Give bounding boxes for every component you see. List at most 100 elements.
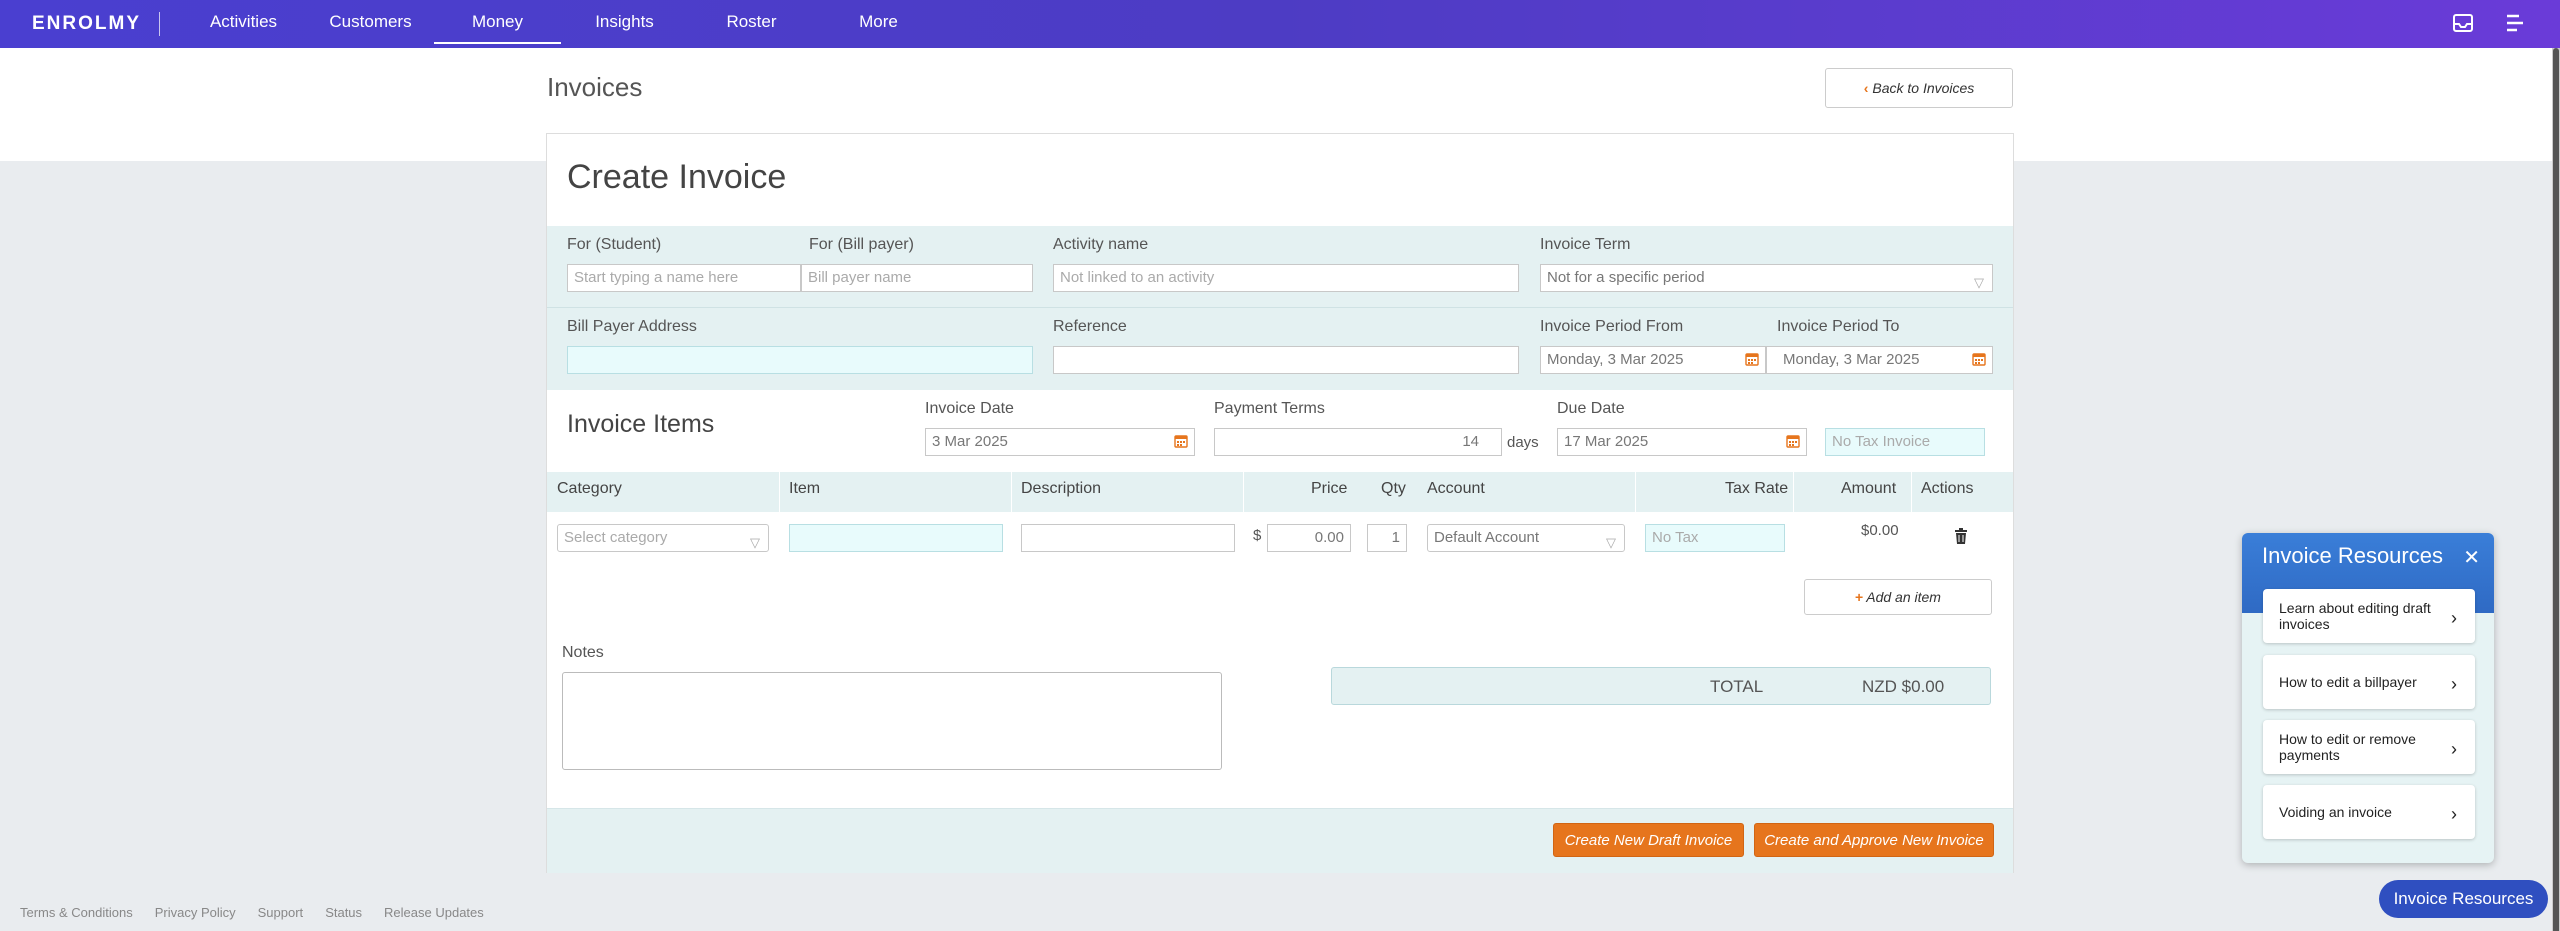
- chevron-right-icon: ›: [2451, 804, 2457, 824]
- price-input[interactable]: 0.00: [1267, 524, 1351, 552]
- description-input[interactable]: [1021, 524, 1235, 552]
- close-icon[interactable]: ✕: [2463, 545, 2480, 570]
- term-value: Not for a specific period: [1547, 269, 1705, 286]
- nav-customers[interactable]: Customers: [307, 0, 434, 44]
- total-value: NZD $0.00: [1862, 677, 1945, 696]
- notes-label: Notes: [562, 644, 604, 661]
- col-item: Item: [789, 480, 821, 497]
- qty-input[interactable]: 1: [1367, 524, 1407, 552]
- enrolmy-logo[interactable]: ENROLMY: [32, 12, 160, 36]
- term-label: Invoice Term: [1540, 236, 1631, 253]
- create-invoice-card: Create Invoice For (Student) Start typin…: [546, 133, 2014, 873]
- page-title: Invoices: [547, 72, 643, 102]
- resource-item-label: How to edit a billpayer: [2279, 674, 2417, 690]
- trash-icon[interactable]: [1954, 528, 1968, 544]
- main-nav: Activities Customers Money Insights Rost…: [180, 0, 942, 48]
- page-scrollbar[interactable]: [2552, 48, 2560, 931]
- category-select[interactable]: Select category ▽: [557, 524, 769, 552]
- back-button-label: Back to Invoices: [1872, 80, 1975, 96]
- nav-roster[interactable]: Roster: [688, 0, 815, 44]
- currency-symbol: $: [1253, 527, 1262, 544]
- col-account: Account: [1427, 480, 1485, 497]
- term-select[interactable]: Not for a specific period ▽: [1540, 264, 1993, 292]
- calendar-icon[interactable]: [1972, 352, 1986, 366]
- period-to-input[interactable]: Monday, 3 Mar 2025: [1766, 346, 1993, 374]
- address-label: Bill Payer Address: [567, 318, 697, 335]
- chevron-down-icon: ▽: [750, 535, 760, 550]
- chevron-left-icon: ‹: [1863, 80, 1869, 96]
- inbox-icon[interactable]: [2452, 12, 2474, 34]
- nav-insights[interactable]: Insights: [561, 0, 688, 44]
- activity-input[interactable]: Not linked to an activity: [1053, 264, 1519, 292]
- total-label: TOTAL: [1710, 677, 1764, 696]
- calendar-icon[interactable]: [1174, 434, 1188, 448]
- col-tax-rate: Tax Rate: [1725, 480, 1789, 497]
- create-approve-invoice-button[interactable]: Create and Approve New Invoice: [1754, 823, 1994, 857]
- notes-textarea[interactable]: [562, 672, 1222, 770]
- nav-activities[interactable]: Activities: [180, 0, 307, 44]
- footer-release-link[interactable]: Release Updates: [384, 905, 484, 920]
- nav-more[interactable]: More: [815, 0, 942, 44]
- activity-label: Activity name: [1053, 236, 1149, 253]
- invoice-items-title: Invoice Items: [567, 410, 715, 438]
- col-qty: Qty: [1381, 480, 1406, 497]
- payment-terms-input[interactable]: 14: [1214, 428, 1502, 456]
- period-from-label: Invoice Period From: [1540, 318, 1684, 335]
- billpayer-label: For (Bill payer): [809, 236, 914, 253]
- period-from-value: Monday, 3 Mar 2025: [1547, 351, 1684, 368]
- page-footer: Terms & Conditions Privacy Policy Suppor…: [20, 905, 484, 920]
- invoice-resources-button[interactable]: Invoice Resources: [2379, 880, 2548, 918]
- reference-label: Reference: [1053, 318, 1127, 335]
- add-item-label: Add an item: [1866, 589, 1941, 605]
- resource-item[interactable]: How to edit or remove payments ›: [2263, 720, 2475, 774]
- footer-privacy-link[interactable]: Privacy Policy: [155, 905, 236, 920]
- col-actions: Actions: [1921, 480, 1974, 497]
- resource-item[interactable]: How to edit a billpayer ›: [2263, 655, 2475, 709]
- top-navigation-bar: ENROLMY Activities Customers Money Insig…: [0, 0, 2560, 48]
- student-label: For (Student): [567, 236, 662, 253]
- plus-icon: +: [1855, 589, 1864, 605]
- billpayer-input[interactable]: Bill payer name: [801, 264, 1033, 292]
- add-item-button[interactable]: + Add an item: [1804, 579, 1992, 615]
- invoice-date-input[interactable]: 3 Mar 2025: [925, 428, 1195, 456]
- calendar-icon[interactable]: [1786, 434, 1800, 448]
- due-date-label: Due Date: [1557, 400, 1625, 417]
- footer-terms-link[interactable]: Terms & Conditions: [20, 905, 133, 920]
- footer-support-link[interactable]: Support: [258, 905, 304, 920]
- resource-item[interactable]: Learn about editing draft invoices ›: [2263, 589, 2475, 643]
- back-to-invoices-button[interactable]: ‹ Back to Invoices: [1825, 68, 2013, 108]
- row-amount: $0.00: [1861, 522, 1899, 539]
- period-to-label: Invoice Period To: [1777, 318, 1900, 335]
- tax-rate-input[interactable]: No Tax: [1645, 524, 1785, 552]
- account-value: Default Account: [1434, 529, 1540, 546]
- student-input[interactable]: Start typing a name here: [567, 264, 801, 292]
- calendar-icon[interactable]: [1745, 352, 1759, 366]
- create-draft-invoice-button[interactable]: Create New Draft Invoice: [1553, 823, 1744, 857]
- payment-terms-unit: days: [1507, 434, 1539, 451]
- period-from-input[interactable]: Monday, 3 Mar 2025: [1540, 346, 1766, 374]
- address-input[interactable]: [567, 346, 1033, 374]
- account-select[interactable]: Default Account ▽: [1427, 524, 1625, 552]
- period-to-value: Monday, 3 Mar 2025: [1783, 351, 1920, 368]
- resources-title: Invoice Resources: [2262, 543, 2443, 568]
- invoice-date-label: Invoice Date: [925, 400, 1014, 417]
- due-date-value: 17 Mar 2025: [1564, 433, 1649, 450]
- nav-money[interactable]: Money: [434, 0, 561, 44]
- chevron-down-icon: ▽: [1974, 275, 1984, 290]
- col-price: Price: [1311, 480, 1348, 497]
- card-title: Create Invoice: [567, 158, 787, 196]
- item-input[interactable]: [789, 524, 1003, 552]
- chevron-down-icon: ▽: [1606, 535, 1616, 550]
- menu-icon[interactable]: [2504, 12, 2526, 34]
- reference-input[interactable]: [1053, 346, 1519, 374]
- footer-status-link[interactable]: Status: [325, 905, 362, 920]
- invoice-date-value: 3 Mar 2025: [932, 433, 1008, 450]
- col-amount: Amount: [1841, 480, 1897, 497]
- due-date-input[interactable]: 17 Mar 2025: [1557, 428, 1807, 456]
- tax-invoice-input[interactable]: No Tax Invoice: [1825, 428, 1985, 456]
- resource-item-label: Voiding an invoice: [2279, 804, 2392, 820]
- chevron-right-icon: ›: [2451, 674, 2457, 694]
- resource-item-label: Learn about editing draft invoices: [2279, 600, 2431, 632]
- resource-item[interactable]: Voiding an invoice ›: [2263, 785, 2475, 839]
- chevron-right-icon: ›: [2451, 608, 2457, 628]
